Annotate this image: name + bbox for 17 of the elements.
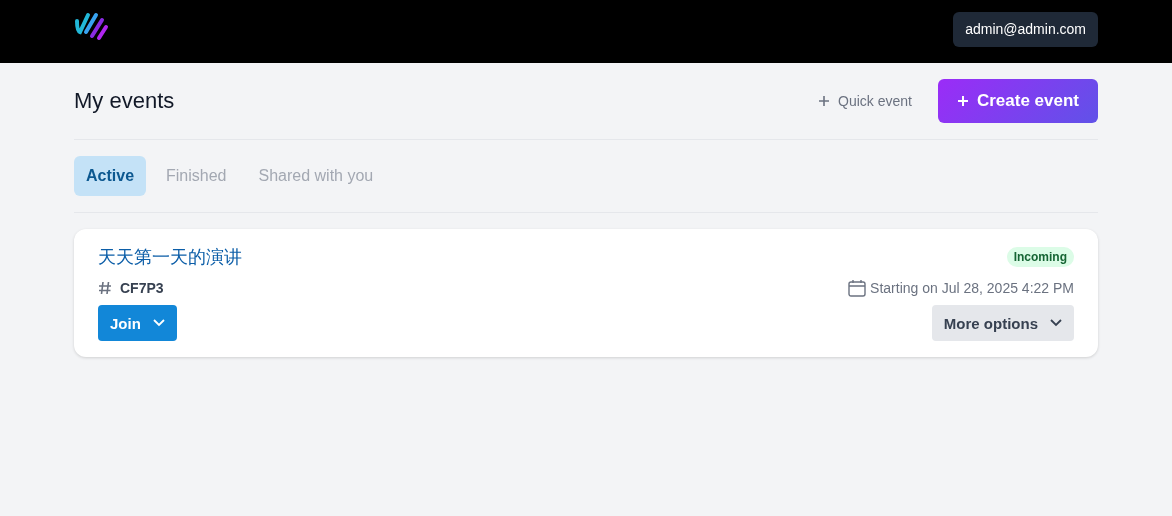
quick-event-button[interactable]: Quick event <box>812 92 918 110</box>
plus-icon <box>818 95 830 107</box>
plus-icon <box>956 95 969 107</box>
create-event-button[interactable]: Create event <box>937 79 1098 123</box>
chevron-down-icon <box>152 319 165 327</box>
join-button[interactable]: Join <box>98 305 177 341</box>
hash-icon <box>98 281 112 295</box>
event-title[interactable]: 天天第一天的演讲 <box>98 245 242 269</box>
status-badge: Incoming <box>1006 247 1074 267</box>
tab[interactable]: Active <box>74 156 147 196</box>
user-menu-button[interactable]: admin@admin.com <box>953 11 1098 47</box>
chevron-down-icon <box>1050 319 1062 327</box>
calendar-icon <box>848 279 867 297</box>
event-code: CF7P3 <box>120 280 164 296</box>
start-date: Starting on Jul 28, 2025 4:22 PM <box>870 280 1074 296</box>
page-title: My events <box>74 88 175 114</box>
more-options-button[interactable]: More options <box>931 305 1074 341</box>
